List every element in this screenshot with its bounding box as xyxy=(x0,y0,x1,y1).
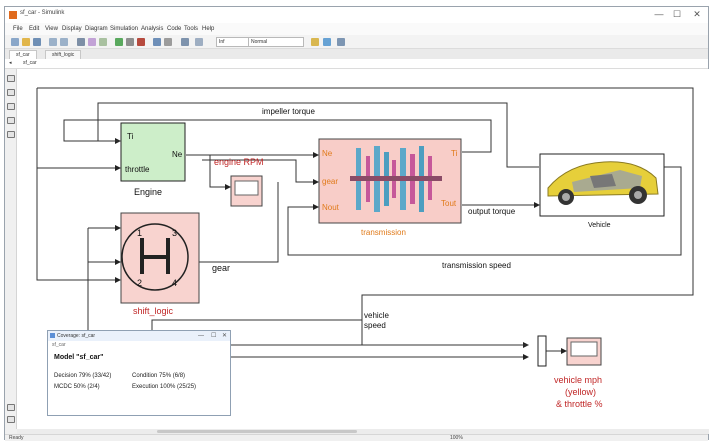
transmission-label: transmission xyxy=(361,228,406,237)
vehicle-speed-label-1: vehicle xyxy=(364,311,389,320)
coverage-execution: Execution 100% (25/25) xyxy=(132,384,197,390)
impeller-torque-label: impeller torque xyxy=(262,107,315,116)
dialog-close-icon[interactable]: ✕ xyxy=(222,331,227,341)
vehicle-mph-label-3: & throttle % xyxy=(556,399,603,409)
vehicle-speed-label-2: speed xyxy=(364,321,386,330)
gear-label-2: 2 xyxy=(137,278,142,288)
gear-label-1: 1 xyxy=(137,228,142,238)
transmission-port-nout: Nout xyxy=(322,203,340,212)
coverage-dialog-title: Coverage: sf_car xyxy=(57,333,96,339)
vehicle-label: Vehicle xyxy=(588,222,611,229)
engine-label: Engine xyxy=(134,187,162,197)
vehicle-block[interactable] xyxy=(539,153,665,217)
transmission-port-tout: Tout xyxy=(441,199,457,208)
coverage-condition: Condition 75% (6/8) xyxy=(132,373,186,379)
vehicle-mph-scope[interactable] xyxy=(566,337,602,366)
shift-logic-block[interactable]: 1 3 2 4 xyxy=(120,212,200,304)
dialog-minimize-icon[interactable]: — xyxy=(198,331,204,341)
engine-port-throttle: throttle xyxy=(125,165,150,174)
transmission-speed-label: transmission speed xyxy=(442,261,511,270)
coverage-decision: Decision 79% (33/42) xyxy=(54,373,112,379)
gear-label-3: 3 xyxy=(172,228,177,238)
coverage-model-name: Model "sf_car" xyxy=(54,354,104,361)
engine-rpm-label: engine RPM xyxy=(214,157,264,167)
coverage-app-icon xyxy=(50,333,55,338)
transmission-port-ne: Ne xyxy=(322,149,333,158)
engine-rpm-scope[interactable] xyxy=(230,175,263,207)
engine-port-ti: Ti xyxy=(127,132,134,141)
coverage-dialog-titlebar: Coverage: sf_car — ☐ ✕ xyxy=(48,331,230,341)
mux-block[interactable] xyxy=(537,335,547,367)
vehicle-mph-label-1: vehicle mph xyxy=(554,375,602,385)
transmission-port-ti: Ti xyxy=(451,149,458,158)
coverage-dialog: Coverage: sf_car — ☐ ✕ sf_car Model "sf_… xyxy=(47,330,231,416)
engine-block[interactable]: Ti throttle Ne xyxy=(120,122,186,182)
shift-logic-label: shift_logic xyxy=(133,306,174,316)
engine-port-ne: Ne xyxy=(172,150,183,159)
output-torque-label: output torque xyxy=(468,207,516,216)
gear-label-4: 4 xyxy=(172,278,177,288)
gear-signal-label: gear xyxy=(212,263,230,273)
coverage-dialog-subtitle: sf_car xyxy=(52,342,66,348)
transmission-block[interactable]: Ne gear Nout Ti Tout xyxy=(318,138,462,224)
vehicle-mph-label-2: (yellow) xyxy=(565,387,596,397)
coverage-mcdc: MCDC 50% (2/4) xyxy=(54,384,100,390)
transmission-port-gear: gear xyxy=(322,177,338,186)
dialog-maximize-icon[interactable]: ☐ xyxy=(211,331,216,341)
